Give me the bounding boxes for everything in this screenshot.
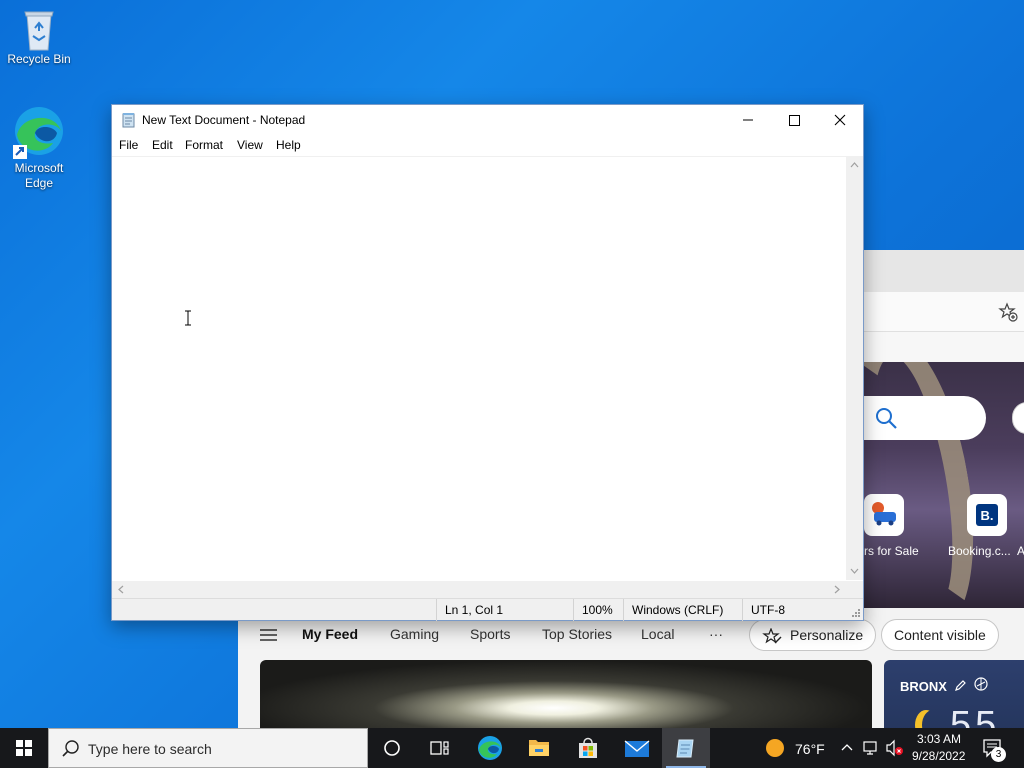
taskbar-search-box[interactable]: Type here to search [48, 728, 368, 768]
search-placeholder: Type here to search [88, 741, 212, 757]
folder-icon [529, 740, 549, 756]
weather-location: BRONX [900, 677, 988, 694]
menu-bar: File Edit Format View Help [112, 135, 863, 155]
edit-icon[interactable] [954, 679, 971, 694]
notepad-window[interactable]: New Text Document - Notepad File Edit Fo… [111, 104, 864, 621]
network-icon[interactable] [862, 740, 880, 756]
show-hidden-icons-icon[interactable] [839, 740, 855, 756]
maximize-button[interactable] [771, 105, 817, 135]
menu-edit[interactable]: Edit [152, 138, 173, 152]
edge-settings-pill[interactable] [1012, 402, 1024, 434]
quick-link-label: Booking.c... [948, 544, 1011, 558]
news-card-image[interactable] [260, 660, 872, 730]
notepad-icon [121, 112, 137, 128]
resize-grip-icon[interactable] [851, 608, 861, 618]
feed-tab-gaming[interactable]: Gaming [390, 626, 439, 642]
scroll-left-icon[interactable] [114, 581, 128, 598]
desktop-icon-microsoft-edge[interactable]: Microsoft Edge [1, 105, 77, 191]
minimize-button[interactable] [725, 105, 771, 135]
desktop-icon-label: Microsoft Edge [14, 161, 64, 190]
menu-view[interactable]: View [237, 138, 263, 152]
feed-tab-local[interactable]: Local [641, 626, 674, 642]
quick-link-booking[interactable]: B. [967, 494, 1007, 536]
cortana-icon [384, 740, 400, 756]
taskbar-microsoft-store[interactable] [564, 728, 612, 768]
locate-icon[interactable] [974, 677, 988, 694]
status-bar: Ln 1, Col 1 100% Windows (CRLF) UTF-8 [112, 598, 863, 621]
feed-tab-my-feed[interactable]: My Feed [302, 626, 358, 642]
scroll-up-icon[interactable] [846, 158, 863, 172]
feed-tab-sports[interactable]: Sports [470, 626, 510, 642]
taskbar-file-explorer[interactable] [515, 728, 563, 768]
weather-card[interactable]: BRONX 55 ° [884, 660, 1024, 730]
menu-help[interactable]: Help [276, 138, 301, 152]
more-tabs-button[interactable]: ··· [709, 626, 723, 642]
personalize-label: Personalize [790, 627, 864, 643]
menu-file[interactable]: File [119, 138, 138, 152]
svg-text:B.: B. [981, 508, 994, 523]
status-cursor-position: Ln 1, Col 1 [436, 599, 503, 621]
mail-icon [624, 740, 650, 757]
menu-format[interactable]: Format [185, 138, 223, 152]
moon-icon [922, 710, 944, 730]
quick-link-label: A [1017, 544, 1024, 558]
taskbar-weather[interactable]: 76°F [795, 741, 825, 757]
desktop-icon-label: Recycle Bin [7, 52, 71, 66]
personalize-icon [762, 626, 782, 656]
booking-icon: B. [976, 504, 998, 526]
taskbar-edge[interactable] [466, 728, 514, 768]
horizontal-scrollbar[interactable] [112, 581, 846, 598]
car-icon [872, 502, 896, 526]
search-icon[interactable] [874, 406, 898, 430]
taskbar-clock-time[interactable]: 3:03 AM [917, 732, 961, 746]
recycle-bin-icon [19, 8, 59, 51]
weather-location-text: BRONX [900, 679, 947, 694]
hamburger-menu-icon[interactable] [260, 628, 277, 642]
quick-link-cars-for-sale[interactable] [864, 494, 904, 536]
content-visible-button[interactable]: Content visible [881, 619, 999, 651]
task-view-icon [430, 741, 449, 755]
text-cursor-icon [184, 310, 192, 326]
status-line-ending: Windows (CRLF) [623, 599, 723, 621]
scrollbar-corner [846, 581, 863, 598]
status-encoding: UTF-8 [742, 599, 785, 621]
status-zoom: 100% [573, 599, 613, 621]
close-button[interactable] [817, 105, 863, 135]
notepad-title-bar[interactable]: New Text Document - Notepad [112, 105, 863, 135]
taskbar-notepad[interactable] [662, 728, 710, 768]
volume-muted-icon[interactable] [885, 739, 905, 757]
quick-link-label: rs for Sale [864, 544, 919, 558]
start-button[interactable] [0, 728, 48, 768]
notification-badge: 3 [991, 747, 1006, 762]
personalize-button[interactable]: Personalize [749, 619, 877, 651]
scroll-right-icon[interactable] [830, 581, 844, 598]
taskbar: Type here to search 76°F 3:03 AM 9/28/20… [0, 728, 1024, 768]
edge-icon [13, 105, 65, 159]
add-favorite-icon[interactable] [998, 302, 1018, 322]
weather-temperature: 55 ° [950, 704, 1001, 730]
notification-center-button[interactable]: 3 [980, 736, 1006, 762]
notepad-icon [676, 739, 694, 758]
text-editor-area[interactable] [112, 156, 863, 580]
taskbar-clock-date[interactable]: 9/28/2022 [912, 749, 965, 763]
store-icon [579, 737, 597, 758]
window-title: New Text Document - Notepad [142, 113, 306, 127]
feed-tab-top-stories[interactable]: Top Stories [542, 626, 612, 642]
vertical-scrollbar[interactable] [846, 156, 863, 580]
search-icon [62, 740, 79, 757]
taskbar-mail[interactable] [613, 728, 661, 768]
scroll-down-icon[interactable] [846, 564, 863, 578]
edge-icon [478, 736, 502, 760]
windows-logo-icon [16, 740, 32, 756]
weather-sun-icon[interactable] [764, 737, 786, 759]
desktop-icon-recycle-bin[interactable]: Recycle Bin [1, 8, 77, 67]
cortana-button[interactable] [368, 728, 416, 768]
task-view-button[interactable] [416, 728, 464, 768]
